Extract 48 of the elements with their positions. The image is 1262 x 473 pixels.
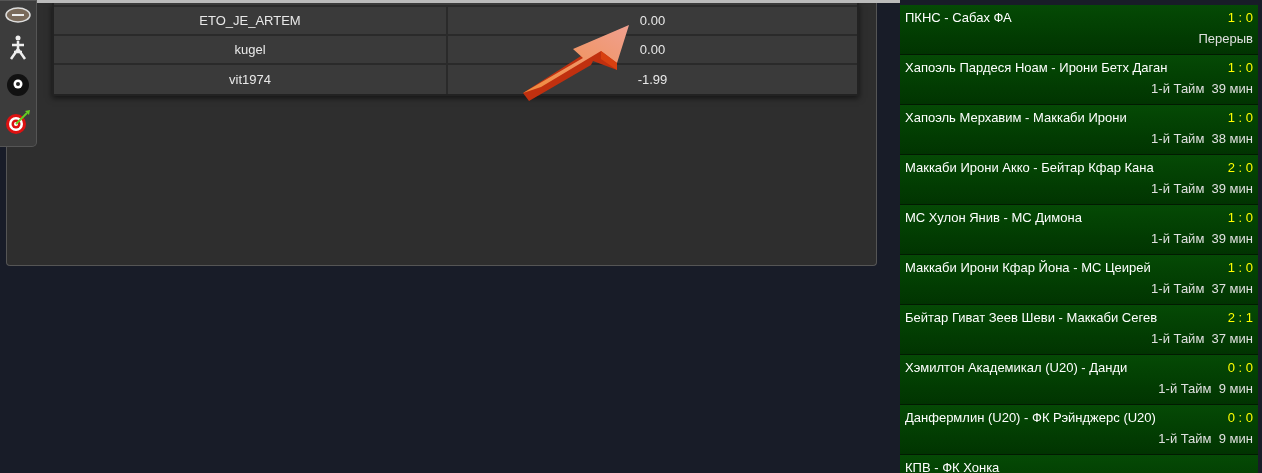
- football-icon[interactable]: [5, 7, 31, 23]
- match-row[interactable]: Хапоэль Мерхавим - Маккаби Ирони 1 : 0 1-й Тайм 38 мин: [900, 105, 1258, 155]
- match-score: 1 : 0: [1227, 10, 1253, 26]
- match-teams: Хапоэль Мерхавим - Маккаби Ирони: [905, 110, 1127, 126]
- match-status: 1-й Тайм 39 мин: [1151, 81, 1253, 97]
- match-score: 1 : 0: [1227, 210, 1253, 226]
- match-teams: КПВ - ФК Хонка: [905, 460, 1000, 473]
- match-score: 2 : 1: [1227, 310, 1253, 326]
- match-row[interactable]: Маккаби Ирони Кфар Йона - МС Цеирей 1 : 0 1-й Тайм 37 мин: [900, 255, 1258, 305]
- player-cell: ETO_JE_ARTEM: [54, 7, 448, 34]
- amount-cell-text: 0.00: [638, 40, 667, 59]
- player-cell: kugel: [54, 36, 448, 63]
- match-status: 1-й Тайм 37 мин: [1151, 331, 1253, 347]
- match-teams: Маккаби Ирони Кфар Йона - МС Цеирей: [905, 260, 1151, 276]
- match-row[interactable]: Маккаби Ирони Акко - Бейтар Кфар Кана 2 : 0 1-й Тайм 39 мин: [900, 155, 1258, 205]
- match-teams: Маккаби Ирони Акко - Бейтар Кфар Кана: [905, 160, 1154, 176]
- match-teams: Данфермлин (U20) - ФК Рэйнджерс (U20): [905, 410, 1156, 426]
- match-score: 1 : 0: [1227, 260, 1253, 276]
- match-row[interactable]: КПВ - ФК Хонка: [900, 455, 1258, 473]
- match-status: Перерыв: [1198, 31, 1253, 47]
- match-row[interactable]: МС Хулон Янив - МС Димона 1 : 0 1-й Тайм 39 мин: [900, 205, 1258, 255]
- match-status: 1-й Тайм 39 мин: [1151, 231, 1253, 247]
- match-status: 1-й Тайм 9 мин: [1158, 381, 1253, 397]
- match-status: 1-й Тайм 9 мин: [1158, 431, 1253, 447]
- match-row[interactable]: Бейтар Гиват Зеев Шеви - Маккаби Сегев 2 : 1 1-й Тайм 37 мин: [900, 305, 1258, 355]
- match-score: 1 : 0: [1227, 60, 1253, 76]
- match-teams: Хапоэль Пардеся Ноам - Ирони Бетх Даган: [905, 60, 1168, 76]
- match-teams: МС Хулон Янив - МС Димона: [905, 210, 1082, 226]
- match-teams: Хэмилтон Академикал (U20) - Данди: [905, 360, 1128, 376]
- match-score: 0 : 0: [1227, 410, 1253, 426]
- match-status: 1-й Тайм 38 мин: [1151, 131, 1253, 147]
- match-score: 1 : 0: [1227, 110, 1253, 126]
- match-score: 2 : 0: [1227, 160, 1253, 176]
- match-status: 1-й Тайм 39 мин: [1151, 181, 1253, 197]
- player-cell: vit1974: [54, 65, 448, 94]
- match-row[interactable]: Хэмилтон Академикал (U20) - Данди 0 : 0 1-й Тайм 9 мин: [900, 355, 1258, 405]
- dartboard-icon[interactable]: [5, 109, 31, 135]
- match-row[interactable]: Хапоэль Пардеся Ноам - Ирони Бетх Даган 1 : 0 1-й Тайм 39 мин: [900, 55, 1258, 105]
- match-teams: Бейтар Гиват Зеев Шеви - Маккаби Сегев: [905, 310, 1158, 326]
- match-row[interactable]: ПКНС - Сабах ФА 1 : 0 Перерыв: [900, 5, 1258, 55]
- amount-cell-text: 0.00: [638, 11, 667, 30]
- match-status: 1-й Тайм 37 мин: [1151, 281, 1253, 297]
- amount-cell-text: -1.99: [636, 70, 669, 89]
- match-teams: ПКНС - Сабах ФА: [905, 10, 1012, 26]
- eight-ball-icon[interactable]: [6, 73, 30, 97]
- match-row[interactable]: Данфермлин (U20) - ФК Рэйнджерс (U20) 0 : 0 1-й Тайм 9 мин: [900, 405, 1258, 455]
- stick-figure-icon[interactable]: [8, 35, 28, 61]
- match-score: 0 : 0: [1227, 360, 1253, 376]
